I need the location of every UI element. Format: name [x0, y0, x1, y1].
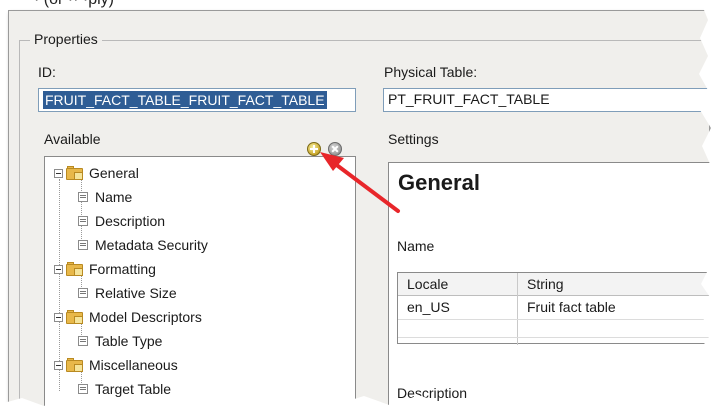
property-icon	[78, 336, 88, 346]
available-label: Available	[44, 131, 101, 147]
tree-item-label: Miscellaneous	[89, 357, 178, 373]
folder-icon	[66, 310, 84, 324]
property-icon	[78, 240, 88, 250]
id-field[interactable]: FRUIT_FACT_TABLE_FRUIT_FACT_TABLE	[38, 88, 356, 112]
tree-item-label: Description	[95, 213, 166, 229]
header-fragment: · (or ·· ·ply)	[34, 0, 114, 9]
column-header-locale[interactable]: Locale	[407, 276, 448, 292]
add-icon[interactable]	[307, 142, 321, 156]
tree-item-relative-size[interactable]: Relative Size	[78, 282, 177, 304]
property-icon	[78, 192, 88, 202]
tree-item-label: Name	[95, 189, 133, 205]
tree-item-label: Formatting	[89, 261, 156, 277]
tree-item-label: Relative Size	[95, 285, 177, 301]
tree-item-label: Target Table	[95, 381, 172, 397]
row-divider	[398, 319, 720, 320]
settings-section-title: General	[398, 170, 480, 195]
collapse-icon[interactable]	[54, 312, 63, 322]
physical-table-label: Physical Table:	[384, 64, 478, 80]
tree-item-metadata-security[interactable]: Metadata Security	[78, 234, 208, 256]
collapse-icon[interactable]	[54, 168, 63, 178]
collapse-icon[interactable]	[54, 360, 63, 370]
available-tree[interactable]: General Name Description Metadata Securi…	[44, 156, 356, 416]
folder-icon	[66, 166, 84, 180]
tree-item-formatting[interactable]: Formatting	[54, 258, 156, 280]
description-label: Description	[397, 385, 468, 401]
properties-legend: Properties	[30, 31, 102, 47]
remove-icon[interactable]	[328, 142, 342, 156]
property-icon	[78, 288, 88, 298]
folder-icon	[66, 358, 84, 372]
tree-item-description[interactable]: Description	[78, 210, 165, 232]
id-value: FRUIT_FACT_TABLE_FRUIT_FACT_TABLE	[43, 91, 327, 109]
tree-item-label: Model Descriptors	[89, 309, 202, 325]
column-divider	[517, 273, 518, 345]
tree-item-name[interactable]: Name	[78, 186, 132, 208]
row-divider	[398, 337, 720, 338]
tree-item-general[interactable]: General	[54, 162, 139, 184]
tree-item-table-type[interactable]: Table Type	[78, 330, 162, 352]
locale-table[interactable]: Locale String en_US Fruit fact table	[397, 272, 720, 345]
physical-table-field[interactable]: PT_FRUIT_FACT_TABLE	[383, 88, 720, 112]
tree-item-miscellaneous[interactable]: Miscellaneous	[54, 354, 178, 376]
screenshot: Properties ID: FRUIT_FACT_TABLE_FRUIT_FA…	[0, 0, 720, 416]
collapse-icon[interactable]	[54, 264, 63, 274]
column-header-string[interactable]: String	[527, 276, 564, 292]
tree-item-model-descriptors[interactable]: Model Descriptors	[54, 306, 202, 328]
id-label: ID:	[38, 64, 56, 80]
tree-item-label: Metadata Security	[95, 237, 208, 253]
locale-cell[interactable]: en_US	[407, 299, 450, 315]
string-cell[interactable]: Fruit fact table	[527, 299, 616, 315]
tree-item-label: General	[89, 165, 139, 181]
tree-item-label: Table Type	[95, 333, 163, 349]
property-icon	[78, 216, 88, 226]
settings-label: Settings	[388, 131, 439, 147]
folder-icon	[66, 262, 84, 276]
name-label: Name	[397, 238, 435, 254]
tree-item-target-table[interactable]: Target Table	[78, 378, 171, 400]
property-icon	[78, 384, 88, 394]
